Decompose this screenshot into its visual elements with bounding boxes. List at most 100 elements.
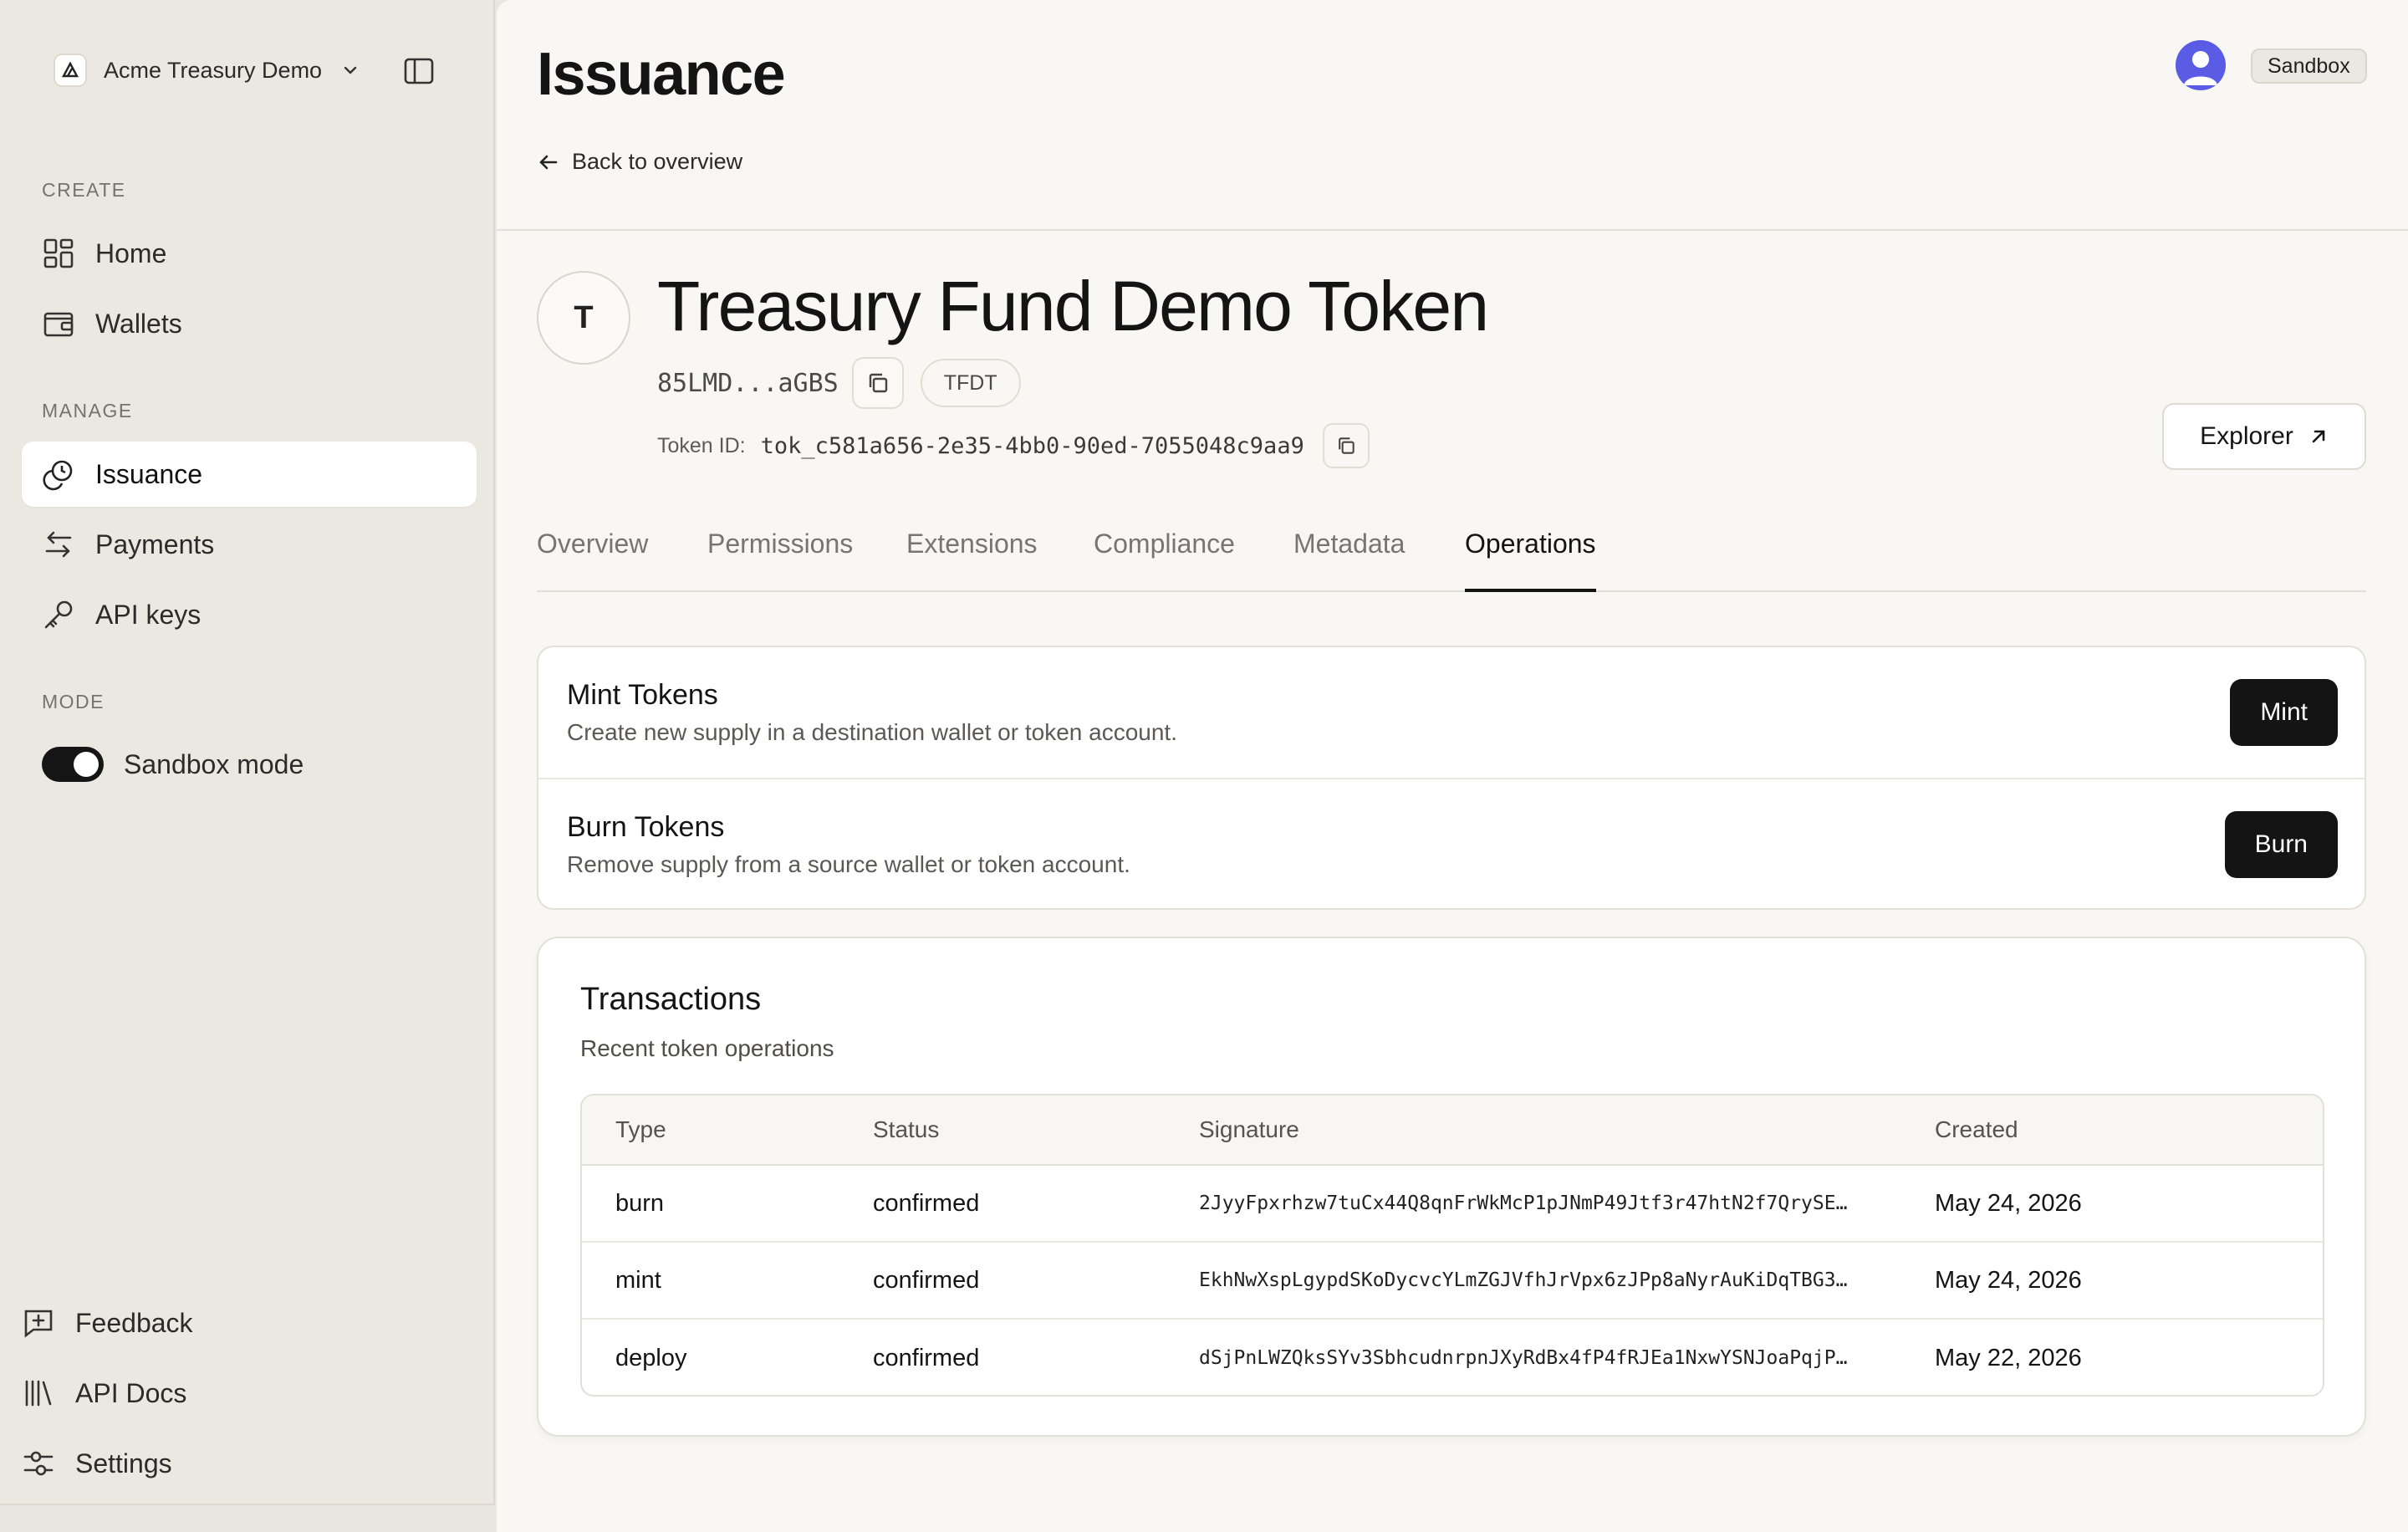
user-avatar[interactable]: [2176, 40, 2226, 90]
org-logo-icon: [54, 54, 87, 87]
tab-operations[interactable]: Operations: [1465, 518, 1596, 592]
chevron-down-icon: [344, 66, 357, 74]
sidebar: Acme Treasury Demo CREATE Home Wallets M…: [0, 0, 495, 1505]
tab-compliance[interactable]: Compliance: [1094, 518, 1235, 592]
token-tabs: Overview Permissions Extensions Complian…: [537, 518, 2366, 592]
column-header-status: Status: [873, 1116, 940, 1142]
column-header-created: Created: [1935, 1116, 2018, 1142]
org-switcher[interactable]: Acme Treasury Demo: [54, 49, 359, 92]
token-id-label: Token ID:: [657, 433, 746, 457]
sidebar-item-home[interactable]: Home: [22, 221, 477, 286]
cell-signature[interactable]: EkhNwXspLgypdSKoDycvcYLmZGJVfhJrVpx6zJPp…: [1199, 1243, 1885, 1318]
sidebar-item-issuance[interactable]: Issuance: [22, 442, 477, 507]
token-avatar: T: [537, 271, 630, 365]
burn-operation-row: Burn Tokens Remove supply from a source …: [538, 778, 2365, 908]
arrow-left-icon: [539, 155, 558, 169]
burn-title: Burn Tokens: [567, 811, 725, 843]
sandbox-mode-label: Sandbox mode: [124, 748, 304, 779]
transactions-title: Transactions: [580, 982, 762, 1017]
token-id-value: tok_c581a656-2e35-4bb0-90ed-7055048c9aa9: [760, 432, 1304, 459]
signature-text: 2JyyFpxrhzw7tuCx44Q8qnFrWkMcP1pJNmP49Jtf…: [1199, 1192, 1848, 1214]
signature-text: EkhNwXspLgypdSKoDycvcYLmZGJVfhJrVpx6zJPp…: [1199, 1269, 1848, 1291]
sidebar-item-settings[interactable]: Settings: [22, 1437, 172, 1490]
sliders-icon: [23, 1451, 54, 1476]
page-header: Issuance Back to overview Sandbox: [497, 0, 2408, 231]
wallet-icon: [43, 312, 74, 337]
transactions-card: Transactions Recent token operations Typ…: [537, 937, 2366, 1437]
tab-overview[interactable]: Overview: [537, 518, 648, 592]
burn-button[interactable]: Burn: [2224, 811, 2338, 878]
back-link-label: Back to overview: [572, 149, 743, 174]
sidebar-item-payments[interactable]: Payments: [22, 512, 477, 577]
mint-description: Create new supply in a destination walle…: [567, 719, 1177, 745]
sidebar-item-label: Payments: [95, 529, 215, 559]
table-header: Type Status Signature Created: [582, 1095, 2323, 1166]
burn-description: Remove supply from a source wallet or to…: [567, 851, 1130, 877]
arrows-exchange-icon: [45, 531, 72, 558]
mint-button[interactable]: Mint: [2230, 679, 2338, 746]
token-name: Treasury Fund Demo Token: [657, 267, 1489, 345]
environment-badge: Sandbox: [2251, 49, 2367, 84]
operations-card: Mint Tokens Create new supply in a desti…: [537, 646, 2366, 910]
main-content: Issuance Back to overview Sandbox T Trea…: [497, 0, 2408, 1532]
token-symbol-badge: TFDT: [920, 359, 1021, 407]
copy-address-button[interactable]: [851, 357, 904, 409]
copy-icon: [1338, 437, 1354, 454]
back-to-overview-link[interactable]: Back to overview: [537, 149, 742, 175]
cell-type: burn: [615, 1189, 665, 1217]
cell-signature[interactable]: 2JyyFpxrhzw7tuCx44Q8qnFrWkMcP1pJNmP49Jtf…: [1199, 1166, 1885, 1241]
table-row[interactable]: deploy confirmed dSjPnLWZQksSYv3Sbhcudnr…: [582, 1320, 2323, 1395]
transactions-table: Type Status Signature Created burn confi…: [580, 1094, 2324, 1397]
copy-icon: [869, 373, 887, 393]
tab-metadata[interactable]: Metadata: [1293, 518, 1405, 592]
sandbox-mode-toggle[interactable]: [42, 747, 104, 782]
sidebar-item-api-docs[interactable]: API Docs: [22, 1366, 186, 1420]
sidebar-item-label: Home: [95, 237, 167, 268]
tab-extensions[interactable]: Extensions: [906, 518, 1038, 592]
cell-created: May 24, 2026: [1935, 1266, 2082, 1294]
sidebar-item-api-keys[interactable]: API keys: [22, 582, 477, 647]
cell-signature[interactable]: dSjPnLWZQksSYv3SbhcudnrpnJXyRdBx4fP4fRJE…: [1199, 1320, 1885, 1395]
tab-permissions[interactable]: Permissions: [707, 518, 853, 592]
feedback-icon: [24, 1310, 53, 1338]
mint-operation-row: Mint Tokens Create new supply in a desti…: [538, 647, 2365, 778]
library-icon: [25, 1380, 52, 1407]
explorer-button[interactable]: Explorer: [2162, 403, 2366, 470]
cell-status: confirmed: [873, 1344, 980, 1371]
cell-created: May 22, 2026: [1935, 1344, 2082, 1371]
token-id-row: Token ID: tok_c581a656-2e35-4bb0-90ed-70…: [657, 423, 1370, 468]
sidebar-item-label: Settings: [75, 1448, 172, 1478]
sidebar-toggle-icon[interactable]: [403, 55, 435, 87]
cell-status: confirmed: [873, 1189, 980, 1217]
cell-created: May 24, 2026: [1935, 1189, 2082, 1217]
external-link-arrow-icon: [2312, 430, 2325, 443]
column-header-type: Type: [615, 1116, 666, 1142]
sidebar-item-label: Issuance: [95, 458, 203, 489]
cell-type: mint: [615, 1266, 661, 1294]
sidebar-item-label: API keys: [95, 599, 202, 630]
table-row[interactable]: mint confirmed EkhNwXspLgypdSKoDycvcYLmZ…: [582, 1243, 2323, 1320]
copy-token-id-button[interactable]: [1322, 423, 1370, 468]
section-label-create: CREATE: [42, 179, 126, 201]
user-icon: [2184, 51, 2217, 85]
transactions-subtitle: Recent token operations: [580, 1035, 834, 1061]
cell-status: confirmed: [873, 1266, 980, 1294]
sidebar-item-label: Feedback: [75, 1307, 193, 1338]
section-label-manage: MANAGE: [42, 400, 133, 421]
sidebar-item-feedback[interactable]: Feedback: [22, 1296, 193, 1350]
cell-type: deploy: [615, 1344, 687, 1371]
token-address-row: 85LMD...aGBS TFDT: [657, 356, 1021, 410]
sandbox-mode-row: Sandbox mode: [42, 739, 304, 789]
mint-title: Mint Tokens: [567, 679, 718, 711]
grid-icon: [43, 238, 74, 268]
explorer-button-label: Explorer: [2200, 422, 2293, 450]
token-address: 85LMD...aGBS: [657, 368, 839, 398]
sidebar-item-label: Wallets: [95, 308, 182, 339]
table-row[interactable]: burn confirmed 2JyyFpxrhzw7tuCx44Q8qnFrW…: [582, 1166, 2323, 1243]
signature-text: dSjPnLWZQksSYv3SbhcudnrpnJXyRdBx4fP4fRJE…: [1199, 1347, 1848, 1369]
org-name: Acme Treasury Demo: [104, 57, 323, 83]
coins-icon: [43, 460, 73, 491]
sidebar-item-wallets[interactable]: Wallets: [22, 291, 477, 356]
key-icon: [44, 600, 73, 629]
section-label-mode: MODE: [42, 691, 105, 712]
